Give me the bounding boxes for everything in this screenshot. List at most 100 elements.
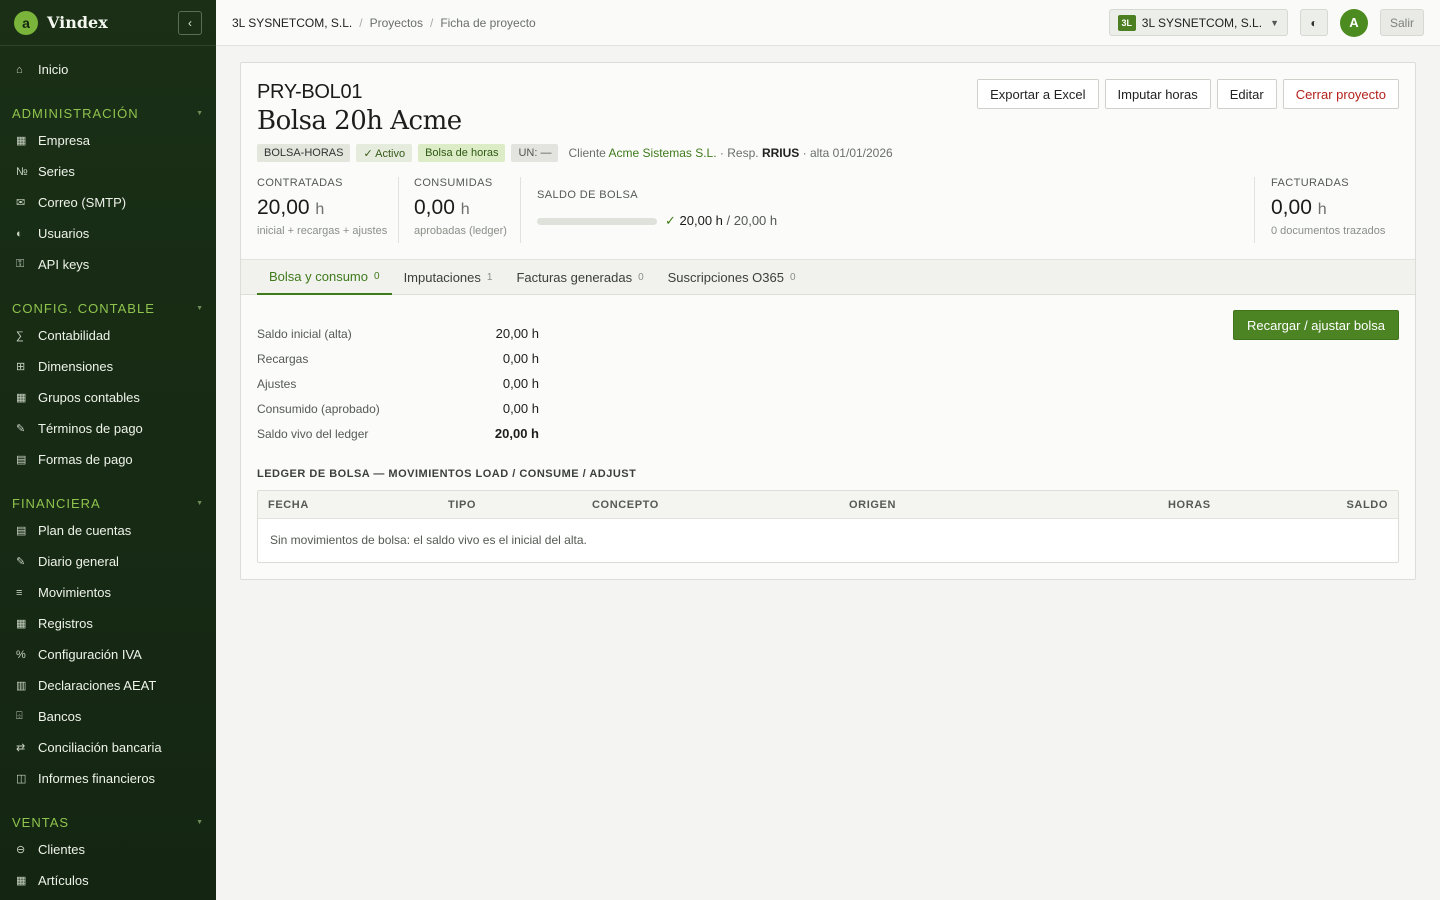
- breadcrumb-company[interactable]: 3L SYSNETCOM, S.L.: [232, 16, 352, 30]
- nav-icon: ∑: [16, 329, 24, 342]
- tab-count: 0: [638, 272, 644, 283]
- ledger-table: FECHA TIPO CONCEPTO ORIGEN HORAS SALDO S…: [257, 490, 1399, 563]
- sidebar-section-header[interactable]: CONFIG. CONTABLE ▼: [0, 296, 216, 320]
- sidebar-item[interactable]: ◫ Informes financieros: [0, 763, 216, 794]
- sidebar-item[interactable]: ⇄ Conciliación bancaria: [0, 732, 216, 763]
- close-project-button[interactable]: Cerrar proyecto: [1282, 79, 1399, 109]
- summary-row: Ajustes 0,00 h: [257, 371, 539, 396]
- tab[interactable]: Suscripciones O365 0: [656, 260, 808, 295]
- nav-icon: №: [16, 165, 28, 178]
- breadcrumb-projects[interactable]: Proyectos: [370, 16, 423, 30]
- company-badge: 3L: [1117, 14, 1136, 31]
- chevron-down-icon: ▼: [196, 499, 204, 507]
- column-header-tipo[interactable]: TIPO: [448, 499, 476, 511]
- sidebar-section-header[interactable]: ADMINISTRACIÓN ▼: [0, 101, 216, 125]
- sidebar-item[interactable]: ◐ Usuarios: [0, 218, 216, 249]
- sidebar-item[interactable]: ⊞ Dimensiones: [0, 351, 216, 382]
- sidebar-section-title: FINANCIERA: [12, 495, 101, 511]
- stat-number: 0,00: [414, 196, 455, 219]
- sidebar-item[interactable]: ⊖ Clientes: [0, 834, 216, 865]
- logout-button[interactable]: Salir: [1379, 9, 1424, 36]
- export-excel-button[interactable]: Exportar a Excel: [977, 79, 1099, 109]
- sidebar-item-label: Inicio: [38, 62, 69, 77]
- column-header-concepto[interactable]: CONCEPTO: [592, 499, 659, 511]
- sidebar-item[interactable]: % Configuración IVA: [0, 639, 216, 670]
- sidebar-item[interactable]: ▦ Grupos contables: [0, 382, 216, 413]
- ledger-table-header: FECHA TIPO CONCEPTO ORIGEN HORAS SALDO: [258, 491, 1398, 519]
- contrast-icon: ◐: [1310, 15, 1318, 30]
- sidebar-item-label: Artículos: [38, 873, 89, 888]
- column-header-fecha[interactable]: FECHA: [268, 499, 309, 511]
- avatar[interactable]: A: [1339, 8, 1368, 37]
- impute-hours-button[interactable]: Imputar horas: [1104, 79, 1211, 109]
- ledger-empty-message: Sin movimientos de bolsa: el saldo vivo …: [270, 533, 587, 547]
- tab[interactable]: Bolsa y consumo 0: [257, 260, 392, 295]
- stat-label: CONSUMIDAS: [414, 177, 493, 189]
- sidebar-item[interactable]: № Series: [0, 156, 216, 187]
- summary-value: 20,00 h: [494, 426, 539, 441]
- sidebar-section-title: VENTAS: [12, 814, 70, 830]
- brand-logo: a: [14, 10, 38, 35]
- client-prefix: Cliente: [568, 146, 606, 160]
- tab-label: Suscripciones O365: [667, 270, 784, 285]
- summary-label: Ajustes: [257, 376, 297, 391]
- resp-prefix: · Resp.: [719, 146, 759, 160]
- chevron-down-icon: ▼: [196, 818, 204, 826]
- project-type-code-badge: BOLSA-HORAS: [257, 144, 351, 162]
- sidebar-item[interactable]: ⌹ Bancos: [0, 701, 216, 732]
- column-header-origen[interactable]: ORIGEN: [849, 499, 896, 511]
- company-selector[interactable]: 3L 3L SYSNETCOM, S.L. ▼: [1108, 9, 1288, 36]
- nav-icon: ▥: [16, 680, 27, 692]
- breadcrumb-current: Ficha de proyecto: [440, 15, 536, 30]
- nav-icon: ⚿: [16, 258, 25, 270]
- divider: [520, 177, 521, 243]
- collapse-sidebar-button[interactable]: ‹: [178, 10, 202, 35]
- edit-button[interactable]: Editar: [1216, 79, 1277, 109]
- summary-label: Saldo inicial (alta): [257, 326, 352, 341]
- tab-count: 1: [486, 272, 493, 283]
- client-link[interactable]: Acme Sistemas S.L.: [609, 146, 717, 160]
- sidebar-item[interactable]: ⚿ API keys: [0, 249, 216, 280]
- sidebar-section-header[interactable]: FINANCIERA ▼: [0, 491, 216, 515]
- sidebar-item-label: Configuración IVA: [38, 647, 142, 662]
- sidebar-item[interactable]: ▦ Registros: [0, 608, 216, 639]
- sidebar-item[interactable]: ≡ Movimientos: [0, 577, 216, 608]
- nav-icon: ▦: [16, 618, 27, 630]
- sidebar-item[interactable]: ∑ Contabilidad: [0, 320, 216, 351]
- sidebar-item-label: Bancos: [38, 709, 82, 724]
- sidebar-item[interactable]: ▥ Declaraciones AEAT: [0, 670, 216, 701]
- sidebar-item-label: Declaraciones AEAT: [38, 678, 157, 693]
- nav-icon: ▤: [16, 525, 27, 537]
- sidebar-item-label: Clientes: [38, 842, 85, 857]
- project-card: PRY-BOL01 Bolsa 20h Acme BOLSA-HORAS ✓ A…: [240, 62, 1416, 580]
- sidebar-item[interactable]: ▤ Formas de pago: [0, 444, 216, 475]
- breadcrumb: 3L SYSNETCOM, S.L. / Proyectos / Ficha d…: [232, 16, 1109, 30]
- nav-icon: ≡: [16, 586, 23, 599]
- tab[interactable]: Imputaciones 1: [392, 260, 505, 295]
- column-header-saldo[interactable]: SALDO: [1347, 499, 1389, 511]
- sidebar-item[interactable]: ▦ Artículos: [0, 865, 216, 896]
- balance-text: ✓ 20,00 h / 20,00 h: [665, 213, 777, 229]
- sidebar-item[interactable]: ✉ Correo (SMTP): [0, 187, 216, 218]
- sidebar-item[interactable]: ▤ Plan de cuentas: [0, 515, 216, 546]
- sidebar-section-header[interactable]: VENTAS ▼: [0, 810, 216, 834]
- sidebar-item[interactable]: ▦ Empresa: [0, 125, 216, 156]
- project-meta: Cliente Acme Sistemas S.L. · Resp. RRIUS…: [568, 146, 892, 160]
- summary-value: 0,00 h: [502, 376, 539, 391]
- nav-icon: ▦: [16, 135, 27, 147]
- summary-row: Saldo inicial (alta) 20,00 h: [257, 321, 539, 346]
- column-header-horas[interactable]: HORAS: [1168, 499, 1211, 511]
- responsible: RRIUS: [761, 146, 800, 160]
- breadcrumb-separator: /: [359, 15, 363, 30]
- sidebar-item-inicio[interactable]: ⌂ Inicio: [0, 54, 216, 85]
- nav-icon: ✉: [16, 197, 26, 209]
- tab[interactable]: Facturas generadas 0: [504, 260, 655, 295]
- brand-name: Vindex: [47, 13, 108, 32]
- business-unit-badge: UN: —: [511, 144, 559, 162]
- company-name: 3L SYSNETCOM, S.L.: [1141, 15, 1263, 30]
- sidebar-item[interactable]: ✎ Diario general: [0, 546, 216, 577]
- sidebar-item[interactable]: ✎ Términos de pago: [0, 413, 216, 444]
- theme-toggle-button[interactable]: ◐: [1299, 9, 1328, 36]
- home-icon: ⌂: [16, 63, 23, 76]
- recharge-bolsa-button[interactable]: Recargar / ajustar bolsa: [1232, 310, 1399, 340]
